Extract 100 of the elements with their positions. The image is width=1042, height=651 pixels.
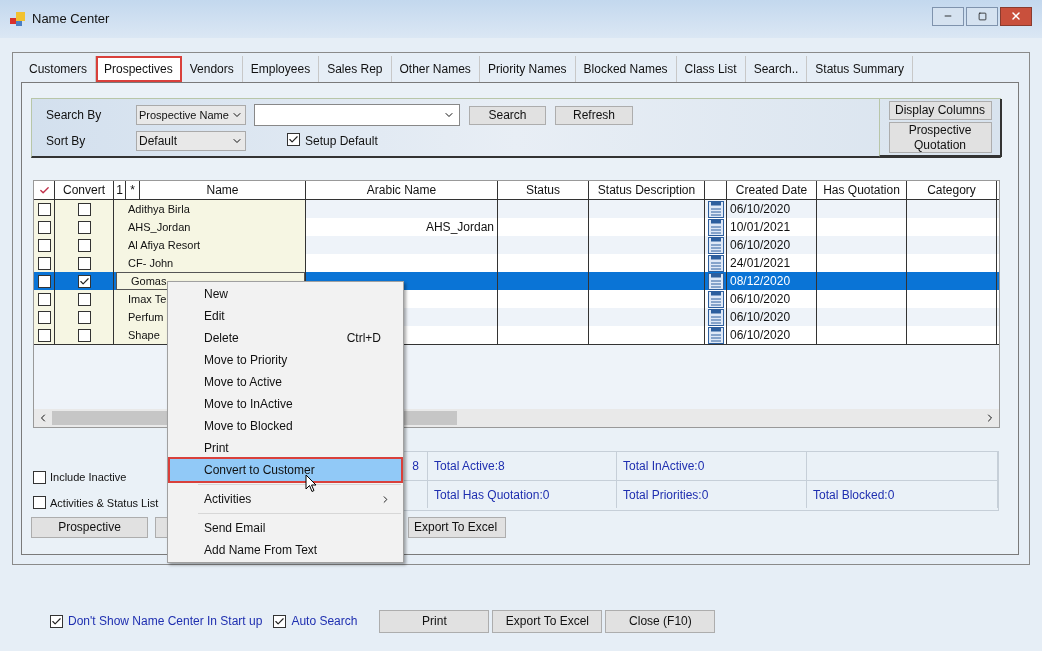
total-text: Total Active:8 <box>434 458 505 475</box>
column-header: Convert <box>55 181 114 199</box>
close-button[interactable] <box>1000 6 1032 26</box>
tab[interactable]: Prospectives <box>96 56 182 82</box>
menu-item[interactable]: Add Name From Text <box>170 539 401 561</box>
table-cell-text: Gomas <box>130 273 167 289</box>
table-cell-text: 06/10/2020 <box>730 309 791 326</box>
column-header: 1 <box>114 181 126 199</box>
table-row[interactable]: Adithya Birla 06/10/2020 <box>34 200 999 218</box>
menu-item[interactable]: Move to Active <box>170 371 401 393</box>
shortcut-text: Ctrl+D <box>346 330 381 347</box>
checkbox-label: Auto Search <box>291 613 358 630</box>
window-title: Name Center <box>32 10 110 29</box>
table-cell-text: 10/01/2021 <box>730 219 791 236</box>
document-icon <box>707 218 724 236</box>
checkbox[interactable] <box>77 310 91 324</box>
button[interactable]: Prospective <box>31 517 148 538</box>
search-by-dropdown[interactable]: Prospective Name <box>136 105 246 125</box>
checkbox[interactable] <box>50 614 63 628</box>
document-icon <box>707 236 724 254</box>
button[interactable]: Export To Excel <box>492 609 603 633</box>
checkbox[interactable] <box>37 310 51 324</box>
table-cell-text: 06/10/2020 <box>730 327 791 344</box>
document-icon <box>707 308 724 326</box>
total-text: Total Priorities:0 <box>623 486 709 504</box>
table-row[interactable]: CF- John 24/01/2021 <box>34 254 999 272</box>
checkbox[interactable] <box>37 202 51 216</box>
checkbox[interactable] <box>287 133 300 146</box>
menu-item[interactable]: Activities <box>170 488 401 510</box>
document-icon <box>707 272 724 290</box>
checkbox[interactable] <box>77 292 91 306</box>
button[interactable]: Refresh <box>555 105 633 125</box>
checkbox[interactable] <box>37 220 51 234</box>
menu-item[interactable]: Move to Priority <box>170 349 401 371</box>
checkbox-label: Include Inactive <box>50 470 127 485</box>
menu-item[interactable]: Move to InActive <box>170 393 401 415</box>
table-cell-text: CF- John <box>127 255 174 271</box>
checkbox[interactable] <box>37 274 51 288</box>
button[interactable]: Export To Excel <box>408 517 506 538</box>
button[interactable]: Close (F10) <box>605 609 716 633</box>
close-icon <box>1010 10 1022 22</box>
button[interactable]: Search <box>469 105 546 125</box>
sort-by-label: Sort By <box>46 133 87 150</box>
total-text: 8 <box>412 458 419 475</box>
table-cell-text: AHS_Jordan <box>425 219 494 236</box>
column-header: Created Date <box>727 181 817 199</box>
button[interactable]: Prospective Quotation <box>888 122 992 153</box>
table-cell-text: Al Afiya Resort <box>127 237 201 253</box>
checkbox[interactable] <box>77 220 91 234</box>
menu-item[interactable]: Move to Blocked <box>170 415 401 437</box>
document-icon <box>707 254 724 272</box>
table-row[interactable]: AHS_Jordan AHS_Jordan 10/01/2021 <box>34 218 999 236</box>
checkbox-label: Don't Show Name Center In Start up <box>68 613 263 630</box>
checkbox[interactable] <box>77 202 91 216</box>
app-icon <box>10 12 26 26</box>
menu-item[interactable]: Send Email <box>170 517 401 539</box>
document-icon <box>707 200 724 218</box>
table-row[interactable]: Al Afiya Resort 06/10/2020 <box>34 236 999 254</box>
maximize-icon <box>977 11 987 21</box>
menu-item[interactable]: Convert to Customer <box>170 459 401 481</box>
table-cell-text: 06/10/2020 <box>730 291 791 308</box>
column-header: Arabic Name <box>306 181 498 199</box>
button[interactable]: Print <box>379 609 490 633</box>
checkbox[interactable] <box>77 274 91 288</box>
table-cell-text: 24/01/2021 <box>730 255 791 272</box>
checkbox[interactable] <box>37 238 51 252</box>
maximize-button[interactable] <box>966 6 998 26</box>
checkbox[interactable] <box>77 328 91 342</box>
table-cell-text: Shape <box>127 327 160 343</box>
column-header: Status Description <box>589 181 705 199</box>
checkbox[interactable] <box>37 292 51 306</box>
total-text: Total Has Quotation:0 <box>434 486 550 504</box>
button[interactable]: Display Columns <box>888 101 992 120</box>
column-header: * <box>126 181 140 199</box>
checkbox[interactable] <box>77 238 91 252</box>
search-by-label: Search By <box>46 107 103 124</box>
total-text: Total InActive:0 <box>623 458 705 475</box>
checkbox[interactable] <box>37 328 51 342</box>
column-header: Name <box>140 181 306 199</box>
search-input-field[interactable] <box>254 104 460 126</box>
table-cell-text: 06/10/2020 <box>730 201 791 218</box>
checkbox-label: Activities & Status List <box>50 495 159 511</box>
checkbox[interactable] <box>273 614 287 628</box>
table-cell-text: Imax Te <box>127 291 167 307</box>
mouse-pointer-icon <box>305 474 318 493</box>
document-icon <box>707 326 724 344</box>
table-cell-text: 06/10/2020 <box>730 237 791 254</box>
checkbox[interactable] <box>77 256 91 270</box>
checkbox-label: Setup Default <box>305 133 378 150</box>
menu-item[interactable]: Print <box>170 437 401 459</box>
checkbox[interactable] <box>37 256 51 270</box>
total-text: Total Blocked:0 <box>813 486 895 504</box>
menu-item[interactable]: Edit <box>170 305 401 327</box>
checkbox[interactable] <box>33 496 46 510</box>
column-header: Category <box>907 181 997 199</box>
check-icon <box>38 184 50 196</box>
checkbox[interactable] <box>33 470 46 484</box>
column-header: Has Quotation <box>817 181 907 199</box>
sort-by-dropdown[interactable]: Default <box>136 131 246 151</box>
table-cell-text: Perfum <box>127 309 164 325</box>
